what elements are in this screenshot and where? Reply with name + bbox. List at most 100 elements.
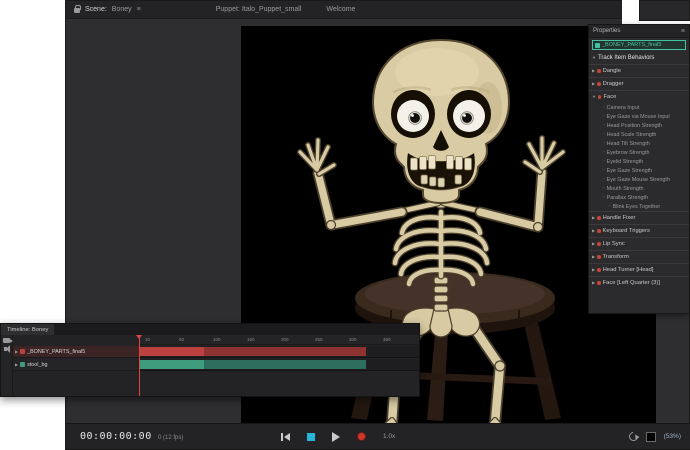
- behavior-face[interactable]: ▼ Face: [589, 90, 689, 103]
- ruler-label: 50: [179, 337, 184, 342]
- playback-speed[interactable]: 1.0x: [383, 433, 395, 440]
- top-menu-bar: Scene: Boney ≡ Puppet: Italo_Puppet_smal…: [66, 1, 623, 19]
- behavior-label: Transform: [603, 254, 629, 260]
- face-param-eye-gaze-via-mouse[interactable]: ◦Eye Gaze via Mouse Input: [589, 112, 689, 121]
- bullet-icon: ◦: [603, 150, 605, 155]
- puppet-tab[interactable]: Puppet: Italo_Puppet_small: [216, 6, 302, 13]
- timecode: 00:00:00:00: [80, 431, 152, 442]
- timeline-body: 10 50 100 150 200 250 300 350 ▶ _BONEY_P…: [1, 335, 419, 396]
- behavior-label: Handle Fixer: [603, 215, 636, 221]
- chevron-right-icon[interactable]: ▶: [15, 363, 18, 367]
- bullet-icon: ◦: [603, 195, 605, 200]
- chevron-right-icon[interactable]: ▶: [15, 350, 18, 354]
- skeleton-hand-right: [525, 138, 563, 172]
- face-param-eye-gaze[interactable]: ◦Eye Gaze Strength: [589, 166, 689, 175]
- selected-puppet-row[interactable]: _BONEY_PARTS_final5: [592, 40, 686, 50]
- chevron-right-icon[interactable]: ▶: [592, 281, 595, 285]
- scene-name[interactable]: Boney: [112, 6, 132, 13]
- track-lane-stool[interactable]: [139, 359, 419, 371]
- bullet-icon: ◦: [603, 105, 605, 110]
- behavior-badge-icon: [597, 281, 601, 285]
- behavior-head-turner[interactable]: ▶ Head Turner [Head]: [589, 263, 689, 276]
- puppet-icon: [595, 43, 600, 48]
- behavior-label: Face [Left Quarter (3)]: [603, 280, 660, 286]
- behavior-keyboard-triggers[interactable]: ▶ Keyboard Triggers: [589, 224, 689, 237]
- bullet-icon: ◦: [603, 132, 605, 137]
- face-param-head-scale[interactable]: ◦Head Scale Strength: [589, 130, 689, 139]
- timeline-tabbar: Timeline: Boney: [1, 324, 419, 335]
- ruler-label: 150: [247, 337, 255, 342]
- track-lane-boney[interactable]: [139, 346, 419, 358]
- bullet-icon: ◦: [609, 204, 611, 209]
- loop-icon[interactable]: [627, 430, 640, 443]
- chevron-right-icon[interactable]: ▶: [592, 229, 595, 233]
- face-param-eyelid[interactable]: ◦Eyelid Strength: [589, 157, 689, 166]
- skip-to-start-button[interactable]: [281, 433, 290, 441]
- welcome-tab[interactable]: Welcome: [326, 6, 355, 13]
- bullet-icon: ◦: [603, 141, 605, 146]
- behavior-face-left-quarter[interactable]: ▶ Face [Left Quarter (3)]: [589, 276, 689, 289]
- selected-puppet-label: _BONEY_PARTS_final5: [602, 42, 661, 48]
- chevron-right-icon[interactable]: ▶: [592, 216, 595, 220]
- zoom-level[interactable]: (53%): [664, 433, 681, 440]
- behavior-badge-icon: [597, 229, 601, 233]
- behavior-label: Keyboard Triggers: [603, 228, 650, 234]
- scene-label: Scene:: [85, 6, 107, 13]
- chevron-right-icon[interactable]: ▶: [592, 82, 595, 86]
- face-param-head-position[interactable]: ◦Head Position Strength: [589, 121, 689, 130]
- behavior-badge-icon: [597, 69, 601, 73]
- face-param-eye-gaze-mouse[interactable]: ◦Eye Gaze Mouse Strength: [589, 175, 689, 184]
- face-param-parallax[interactable]: ◦Parallax Strength: [589, 193, 689, 202]
- panel-menu-icon[interactable]: ≡: [681, 28, 685, 35]
- ruler-label: 10: [145, 337, 150, 342]
- timeline-panel: Timeline: Boney 10 50 100 150 200 250 30…: [0, 323, 420, 397]
- track-bar-stool[interactable]: [139, 360, 366, 369]
- chevron-right-icon[interactable]: ▶: [592, 69, 595, 73]
- properties-tab[interactable]: Properties: [593, 28, 620, 34]
- track-header-boney[interactable]: ▶ _BONEY_PARTS_final5: [13, 346, 139, 358]
- background-color-swatch[interactable]: [646, 432, 656, 442]
- ruler-label: 200: [281, 337, 289, 342]
- audio-toggle-icon[interactable]: [4, 347, 7, 351]
- behavior-lip-sync[interactable]: ▶ Lip Sync: [589, 237, 689, 250]
- scene-menu-icon[interactable]: ≡: [137, 6, 141, 13]
- face-param-head-tilt[interactable]: ◦Head Tilt Strength: [589, 139, 689, 148]
- track-row-stool: ▶ stool_bg: [13, 359, 419, 371]
- behavior-transform[interactable]: ▶ Transform: [589, 250, 689, 263]
- stop-button[interactable]: [307, 433, 315, 441]
- bullet-icon: ◦: [603, 114, 605, 119]
- bullet-icon: ◦: [603, 168, 605, 173]
- behaviors-header-label: Track Item Behaviors: [598, 55, 654, 61]
- timeline-tab[interactable]: Timeline: Boney: [1, 324, 54, 335]
- behavior-badge-icon: [598, 95, 602, 99]
- behavior-badge-icon: [597, 268, 601, 272]
- skeleton-hand-left: [300, 140, 334, 174]
- track-bar-boney[interactable]: [139, 347, 366, 356]
- behavior-dragger[interactable]: ▶ Dragger: [589, 77, 689, 90]
- behavior-label: Face: [603, 94, 616, 100]
- bullet-icon: ◦: [603, 159, 605, 164]
- face-param-mouth[interactable]: ◦Mouth Strength: [589, 184, 689, 193]
- behavior-badge-icon: [597, 242, 601, 246]
- behavior-handle-fixer[interactable]: ▶ Handle Fixer: [589, 211, 689, 224]
- play-button[interactable]: [332, 432, 340, 442]
- timeline-ruler[interactable]: 10 50 100 150 200 250 300 350: [139, 335, 419, 345]
- record-button[interactable]: [357, 432, 366, 441]
- video-toggle-icon[interactable]: [3, 338, 10, 343]
- skeleton-skull[interactable]: [373, 40, 509, 203]
- chevron-right-icon[interactable]: ▶: [592, 255, 595, 259]
- bullet-icon: ◦: [603, 186, 605, 191]
- chevron-right-icon[interactable]: ▶: [592, 242, 595, 246]
- face-param-camera-input[interactable]: ◦Camera Input: [589, 103, 689, 112]
- layer-track-icon: [20, 362, 25, 367]
- face-param-eyebrow[interactable]: ◦Eyebrow Strength: [589, 148, 689, 157]
- behaviors-header-row[interactable]: ▼ Track Item Behaviors: [589, 52, 689, 64]
- behavior-dangle[interactable]: ▶ Dangle: [589, 64, 689, 77]
- ruler-label: 100: [213, 337, 221, 342]
- face-param-blink-eyes-together[interactable]: ◦Blink Eyes Together: [589, 202, 689, 211]
- chevron-down-icon[interactable]: ▼: [592, 95, 596, 99]
- track-header-stool[interactable]: ▶ stool_bg: [13, 359, 139, 371]
- corner-panel-fragment: [639, 0, 690, 21]
- playhead[interactable]: [139, 335, 140, 396]
- chevron-right-icon[interactable]: ▶: [592, 268, 595, 272]
